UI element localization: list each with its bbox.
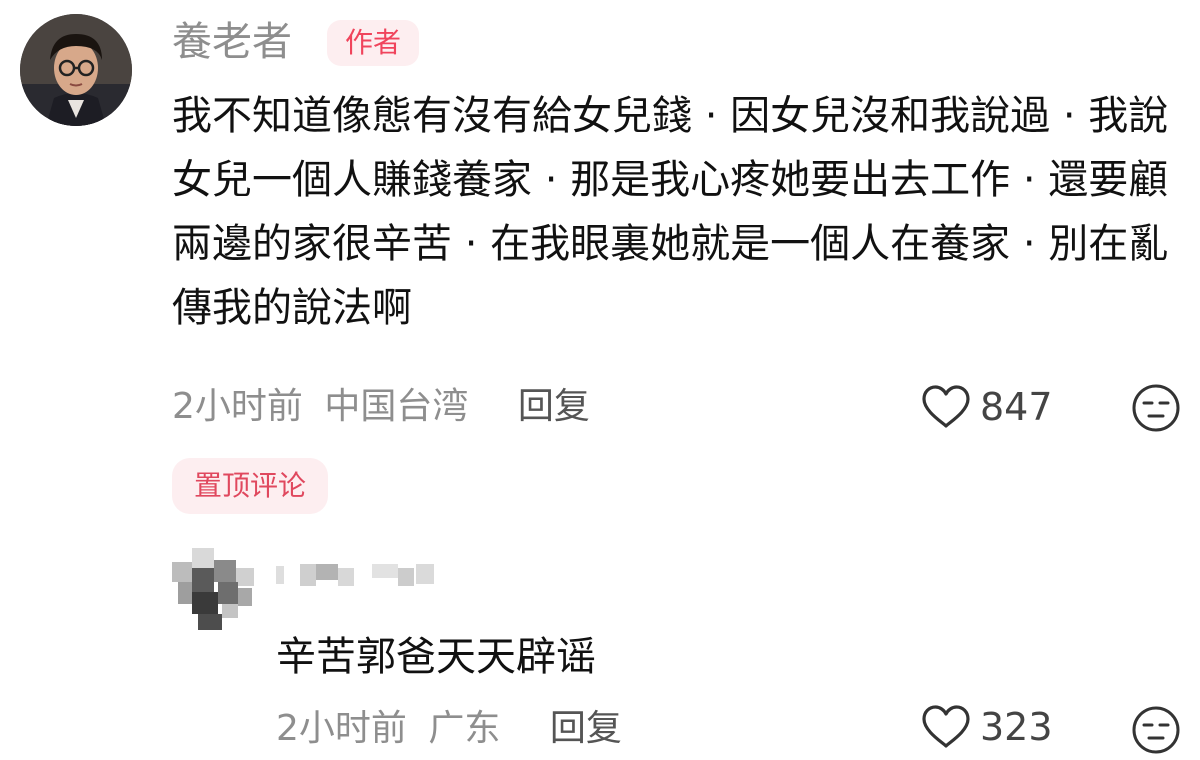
- reply-like-button[interactable]: 323: [920, 704, 1053, 750]
- reply-meta: 2小时前 广东 回复: [276, 704, 632, 754]
- neutral-face-icon: [1132, 384, 1180, 432]
- reply-like-count: 323: [980, 705, 1053, 749]
- comment-time: 2小时前: [172, 386, 303, 427]
- neutral-face-icon: [1132, 706, 1180, 754]
- pixelated-avatar-image: [172, 548, 254, 630]
- emoji-reaction-button[interactable]: [1130, 382, 1182, 438]
- heart-outline-icon: [922, 385, 970, 428]
- pixelated-username-image: [276, 564, 434, 586]
- reply-text: 辛苦郭爸天天辟谣: [276, 634, 596, 680]
- avatar[interactable]: [20, 14, 132, 126]
- author-badge: 作者: [327, 20, 420, 66]
- like-count: 847: [980, 385, 1053, 429]
- reply-username-redacted[interactable]: [276, 560, 456, 604]
- comment-username[interactable]: 養老者: [172, 22, 292, 62]
- reply-avatar[interactable]: [172, 548, 256, 636]
- reply-time: 2小时前: [276, 708, 407, 749]
- reply-button[interactable]: 回复: [518, 386, 590, 427]
- like-button[interactable]: 847: [920, 380, 1053, 434]
- reply-emoji-reaction-button[interactable]: [1130, 704, 1182, 760]
- reply-location: 广东: [428, 708, 501, 749]
- comment-text: 我不知道像態有沒有給女兒錢 · 因女兒沒和我說過 · 我說女兒一個人賺錢養家 ·…: [172, 93, 1169, 331]
- heart-outline-icon: [922, 705, 970, 748]
- reply-reply-button[interactable]: 回复: [550, 708, 622, 749]
- comment-meta: 2小时前 中国台湾 回复: [172, 382, 600, 432]
- comment-location: 中国台湾: [324, 386, 469, 427]
- author-avatar-image: [20, 14, 132, 126]
- pinned-comment-badge: 置顶评论: [172, 458, 329, 514]
